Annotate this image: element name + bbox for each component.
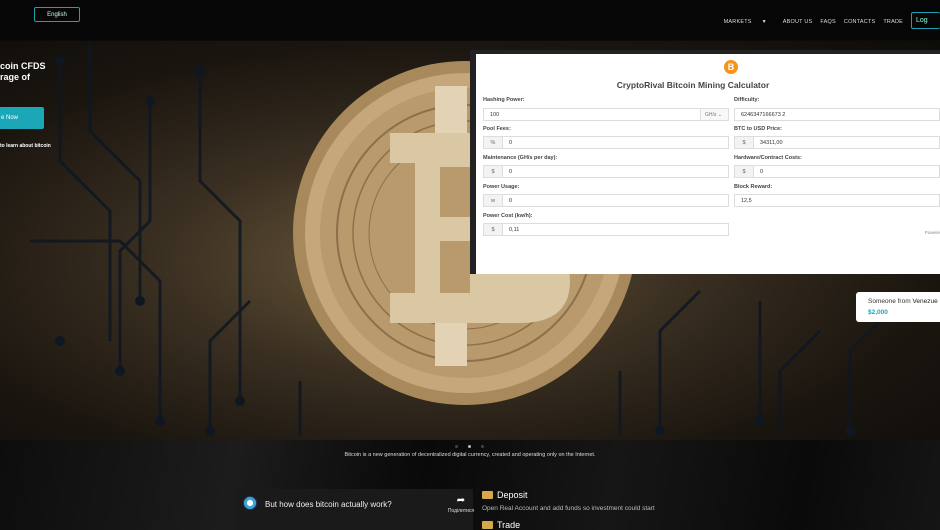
difficulty-input[interactable]: 6246347166673 2 (734, 108, 940, 121)
carousel-dot[interactable] (455, 445, 458, 448)
percent-addon: % (484, 137, 503, 148)
share-button[interactable]: ➦ Поділитися (443, 495, 479, 515)
power-usage-value: 0 (509, 197, 513, 204)
mining-calculator-window: B CryptoRival Bitcoin Mining Calculator … (470, 50, 940, 274)
hero-tagline: Bitcoin is a new generation of decentral… (344, 452, 596, 458)
difficulty-value: 6246347166673 2 (741, 111, 786, 118)
step-trade: Trade (482, 520, 520, 530)
notification-prefix: Someone from (868, 298, 913, 305)
power-cost-label: Power Cost (kw/h): (483, 213, 533, 219)
hashing-power-label: Hashing Power: (483, 97, 525, 103)
hero-headline-line1: coin CFDS (0, 61, 46, 71)
video-title[interactable]: But how does bitcoin actually work? (265, 500, 392, 509)
step-deposit-title: Deposit (497, 490, 528, 500)
share-arrow-icon: ➦ (456, 495, 466, 506)
nav-markets[interactable]: MARKETS ▼ (724, 19, 775, 25)
dollar-addon: $ (484, 224, 503, 235)
hashing-power-input[interactable]: 100 GH/s ⌄ (483, 108, 729, 121)
power-cost-input[interactable]: $ 0,11 (483, 223, 729, 236)
channel-logo-icon (243, 496, 257, 510)
difficulty-label: Difficulty: (734, 97, 760, 103)
block-reward-input[interactable]: 12,5 (734, 194, 940, 207)
learn-about-bitcoin-link[interactable]: to learn about bitcoin (0, 143, 51, 149)
chevron-down-icon: ▼ (761, 18, 767, 25)
pool-fees-value: 0 (509, 139, 513, 146)
notification-text: Someone from Venezue (868, 298, 938, 305)
pool-fees-input[interactable]: % 0 (483, 136, 729, 149)
maintenance-label: Maintenance (GH/s per day): (483, 155, 558, 161)
step-deposit: Deposit Open Real Account and add funds … (482, 490, 655, 512)
block-reward-value: 12,5 (741, 197, 752, 204)
power-cost-value: 0,11 (509, 226, 520, 233)
watt-addon: w (484, 195, 503, 206)
bitcoin-icon: B (724, 60, 738, 74)
language-selector[interactable]: English (34, 7, 80, 22)
btc-price-label: BTC to USD Price: (734, 126, 782, 132)
nav-trade[interactable]: TRADE (883, 19, 903, 25)
nav-faqs[interactable]: FAQS (820, 19, 835, 25)
block-reward-label: Block Reward: (734, 184, 773, 190)
video-embed[interactable]: But how does bitcoin actually work? (237, 489, 473, 530)
dollar-addon: $ (735, 137, 754, 148)
hashing-unit-value: GH/s (705, 111, 717, 118)
hashing-unit-select[interactable]: GH/s ⌄ (700, 109, 728, 120)
power-usage-label: Power Usage: (483, 184, 520, 190)
nav-markets-label: MARKETS (723, 18, 752, 25)
nav-about-us[interactable]: ABOUT US (783, 19, 813, 25)
hero-headline: coin CFDS rage of (0, 61, 46, 83)
hero-headline-line2: rage of (0, 72, 31, 82)
calculator-title: CryptoRival Bitcoin Mining Calculator (616, 80, 770, 90)
step-deposit-description: Open Real Account and add funds so inves… (482, 505, 655, 512)
powered-by-link[interactable]: Powere (925, 230, 940, 235)
notification-amount: $2,000 (868, 309, 888, 316)
hardware-costs-value: 0 (760, 168, 764, 175)
pool-fees-label: Pool Fees: (483, 126, 511, 132)
login-button[interactable]: Log (911, 12, 940, 29)
carousel-dot-active[interactable] (468, 445, 471, 448)
dollar-addon: $ (735, 166, 754, 177)
step-trade-title: Trade (497, 520, 521, 530)
carousel-indicators (455, 445, 494, 448)
hardware-costs-input[interactable]: $ 0 (734, 165, 940, 178)
join-now-button[interactable]: e Now (0, 107, 44, 129)
wallet-icon (482, 491, 493, 499)
hardware-costs-label: Hardware/Contract Costs: (734, 155, 802, 161)
notification-country: Venezue (912, 298, 938, 305)
dollar-addon: $ (484, 166, 503, 177)
btc-price-input[interactable]: $ 34311,00 (734, 136, 940, 149)
carousel-dot[interactable] (481, 445, 484, 448)
maintenance-input[interactable]: $ 0 (483, 165, 729, 178)
trade-icon (482, 521, 493, 529)
maintenance-value: 0 (509, 168, 513, 175)
power-usage-input[interactable]: w 0 (483, 194, 729, 207)
share-label: Поділитися (447, 508, 475, 514)
top-nav-bar: English MARKETS ▼ ABOUT US FAQS CONTACTS … (0, 0, 940, 40)
main-nav: MARKETS ▼ ABOUT US FAQS CONTACTS TRADE Lo… (724, 12, 940, 29)
mining-calculator: B CryptoRival Bitcoin Mining Calculator … (476, 54, 940, 274)
recent-deposit-notification: Someone from Venezue $2,000 (856, 292, 940, 322)
hashing-power-value: 100 (490, 111, 500, 118)
btc-price-value: 34311,00 (760, 139, 783, 146)
nav-contacts[interactable]: CONTACTS (844, 19, 875, 25)
